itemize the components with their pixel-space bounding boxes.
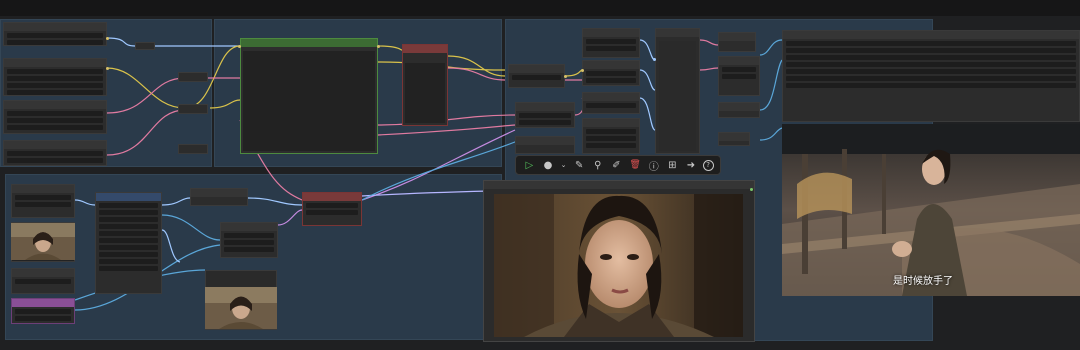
node-mask-editor[interactable] (11, 298, 75, 324)
video-subtitle: 是时候放手了 (893, 276, 953, 287)
node-image-scale[interactable] (190, 188, 248, 206)
node-text-encode-b[interactable] (3, 140, 107, 166)
port[interactable] (564, 75, 567, 78)
chevron-down-icon[interactable]: ⌄ (560, 161, 568, 169)
color-icon[interactable]: ● (541, 160, 555, 171)
port[interactable] (377, 45, 380, 48)
node-video-param-d[interactable] (582, 118, 640, 154)
port[interactable] (106, 67, 109, 70)
arrow-right-icon[interactable]: ➜ (684, 160, 698, 171)
video-output-frame (782, 124, 1080, 296)
preview-image-thumbnail (205, 287, 277, 329)
port[interactable] (750, 188, 753, 191)
port[interactable] (581, 69, 584, 72)
node-small-b[interactable] (718, 102, 760, 118)
grid-icon[interactable]: ⊞ (665, 160, 679, 171)
node-small-a[interactable] (718, 32, 756, 52)
node-video-param-c[interactable] (582, 92, 640, 114)
node-prompt-b[interactable] (515, 136, 575, 154)
node-text-encode-a[interactable] (3, 100, 107, 134)
bypass-icon[interactable]: ✎ (572, 160, 586, 171)
port[interactable] (106, 37, 109, 40)
node-small-c[interactable] (718, 132, 750, 146)
node-sampler[interactable] (240, 38, 378, 154)
node-video-param-a[interactable] (582, 28, 640, 58)
trash-icon[interactable]: 🗑 (628, 160, 642, 170)
generated-portrait-image (494, 194, 743, 337)
node-reroute-b[interactable] (178, 72, 208, 82)
node-clip-vision[interactable] (95, 192, 162, 294)
node-image-resize[interactable] (508, 64, 565, 88)
node-encode-image[interactable] (220, 222, 278, 258)
selection-toolbar: ▷ ● ⌄ ✎ ⚲ ✐ 🗑 ⓘ ⊞ ➜ ? (515, 155, 721, 175)
node-reroute-a[interactable] (135, 42, 155, 50)
node-reroute-d[interactable] (178, 144, 208, 154)
node-wan-video-sampler[interactable] (655, 28, 700, 154)
node-video-param-b[interactable] (582, 60, 640, 86)
node-video-combine[interactable] (782, 30, 1080, 122)
pencil-icon[interactable]: ✐ (609, 160, 623, 171)
info-icon[interactable]: ⓘ (647, 158, 661, 173)
node-reroute-c[interactable] (178, 104, 208, 114)
node-video-decode[interactable] (718, 56, 760, 96)
node-lora-loader[interactable] (3, 58, 107, 96)
node-resize-a[interactable] (11, 268, 75, 294)
node-prompt-a[interactable] (515, 102, 575, 128)
port[interactable] (238, 45, 241, 48)
input-image-thumbnail (11, 223, 75, 260)
port[interactable] (653, 58, 656, 61)
node-vae-decode[interactable] (402, 44, 448, 126)
node-load-image[interactable] (11, 184, 75, 218)
node-image-to-video[interactable] (302, 192, 362, 226)
node-load-model[interactable] (3, 22, 107, 46)
pin-icon[interactable]: ⚲ (591, 160, 605, 171)
help-icon[interactable]: ? (702, 159, 714, 171)
run-icon[interactable]: ▷ (522, 160, 536, 171)
